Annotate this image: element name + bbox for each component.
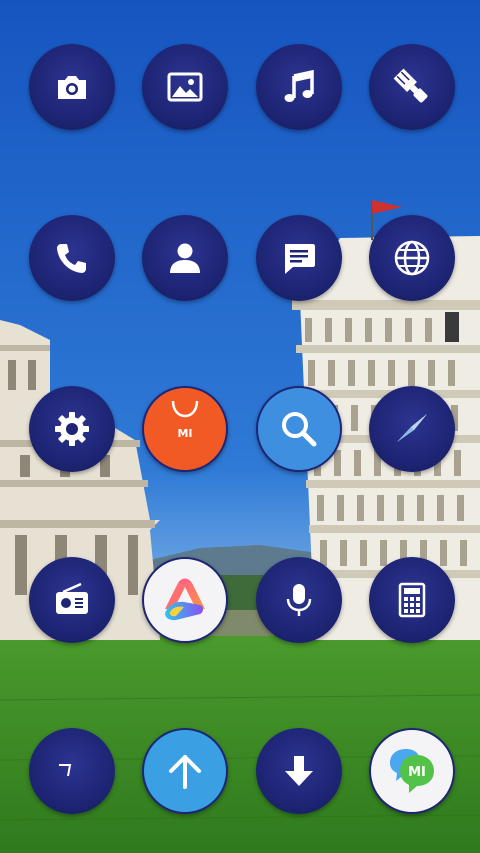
- rainbow-a-icon: [165, 578, 205, 621]
- downloads-app-button[interactable]: [256, 728, 342, 814]
- person-icon: [170, 243, 200, 273]
- radio-icon: [56, 582, 88, 614]
- music-app-button[interactable]: [256, 44, 342, 130]
- chat-bubble-icon: [285, 244, 315, 274]
- messages-app-button[interactable]: [256, 215, 342, 301]
- music-note-icon: [284, 69, 314, 102]
- mi-talk-label: MI: [408, 765, 426, 780]
- gear-icon: [55, 412, 89, 446]
- calculator-app-button[interactable]: [369, 557, 455, 643]
- radio-app-button[interactable]: [29, 557, 115, 643]
- compass-icon: [397, 414, 427, 442]
- themes-app-button[interactable]: [369, 44, 455, 130]
- magnifier-icon: [282, 412, 317, 447]
- browser-app-button[interactable]: [369, 215, 455, 301]
- mi-store-label: MI: [177, 427, 192, 440]
- search-app-button[interactable]: [256, 386, 342, 472]
- recorder-app-button[interactable]: [256, 557, 342, 643]
- paintbrush-icon: [393, 68, 428, 103]
- home-screen-grid: MI MI: [0, 0, 480, 853]
- updater-app-button[interactable]: [142, 728, 228, 814]
- mi-talk-app-button[interactable]: MI: [369, 728, 455, 814]
- image-icon: [167, 72, 203, 102]
- globe-icon: [394, 240, 430, 276]
- mi-chat-icon: MI: [390, 749, 434, 793]
- contacts-app-button[interactable]: [142, 215, 228, 301]
- calculator-icon: [398, 582, 426, 618]
- arrow-down-icon: [285, 756, 313, 786]
- shopping-bag-icon: MI: [171, 400, 199, 440]
- compass-app-button[interactable]: [369, 386, 455, 472]
- camera-app-button[interactable]: [29, 44, 115, 130]
- microphone-icon: [286, 584, 312, 616]
- clock-app-button[interactable]: [29, 728, 115, 814]
- camera-icon: [58, 76, 86, 99]
- arrow-up-icon: [169, 755, 201, 789]
- phone-icon: [57, 244, 86, 273]
- launcher-a-app-button[interactable]: [142, 557, 228, 643]
- settings-app-button[interactable]: [29, 386, 115, 472]
- phone-app-button[interactable]: [29, 215, 115, 301]
- mi-store-app-button[interactable]: MI: [142, 386, 228, 472]
- clock-hand-icon: [59, 764, 72, 777]
- gallery-app-button[interactable]: [142, 44, 228, 130]
